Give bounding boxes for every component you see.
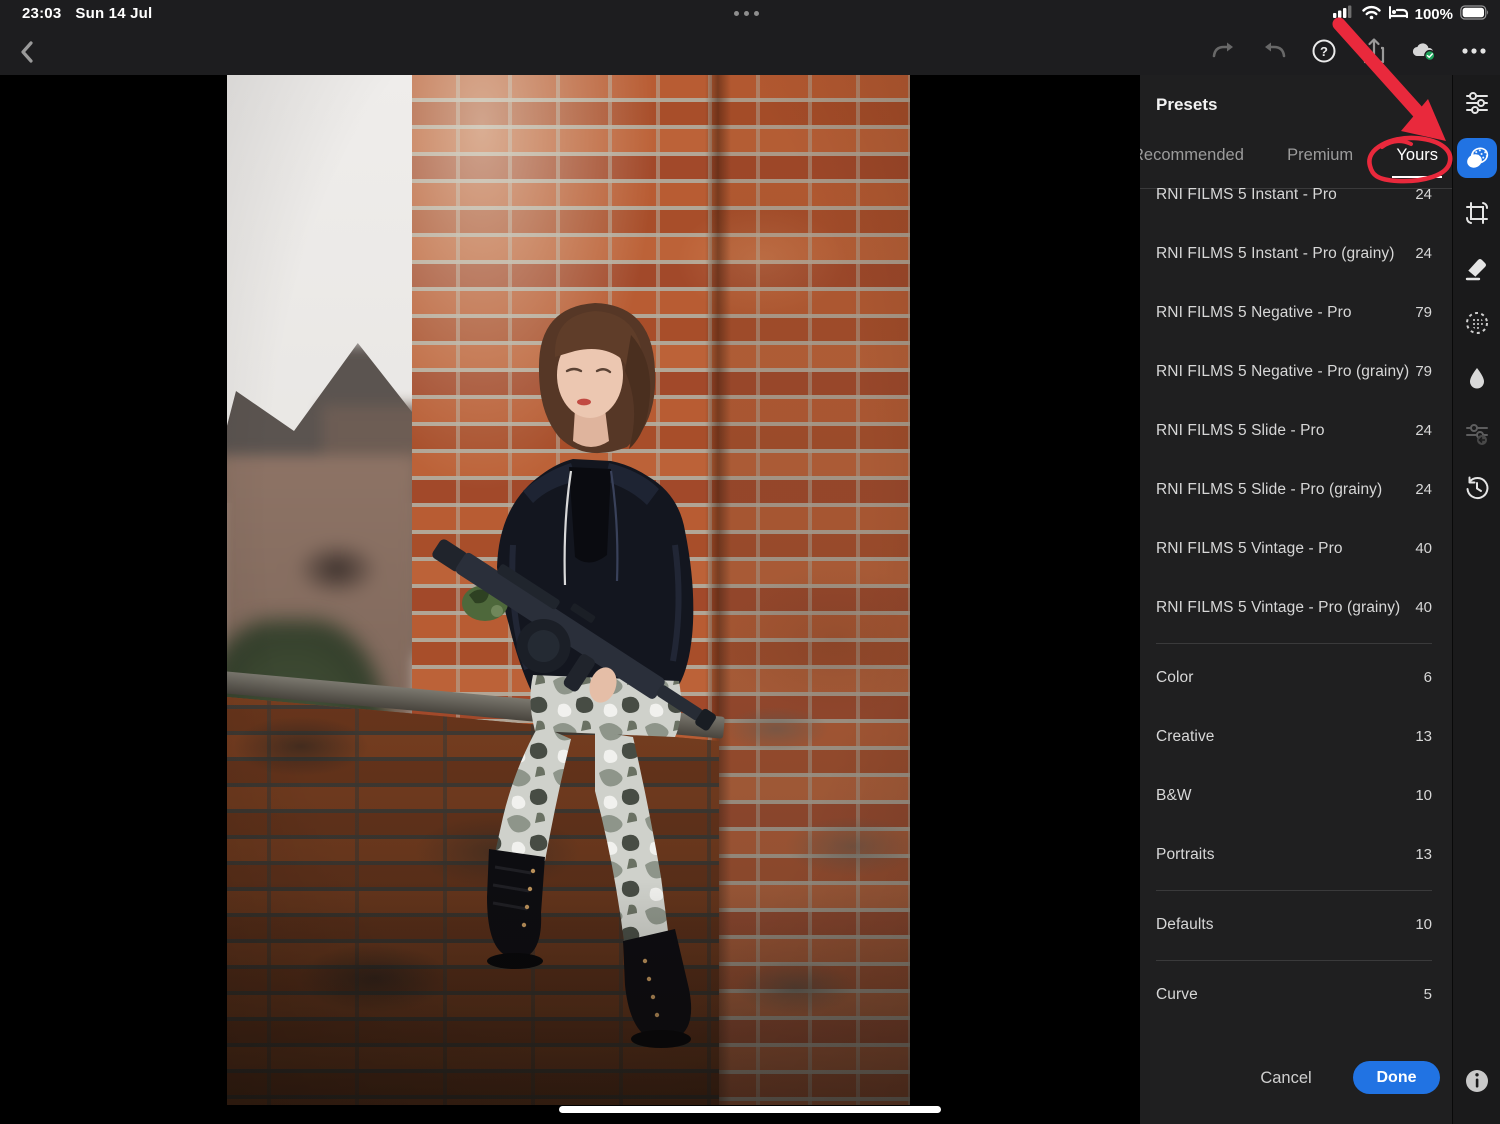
- preset-name: RNI FILMS 5 Slide - Pro (grainy): [1156, 481, 1382, 499]
- versions-icon[interactable]: [1457, 413, 1497, 453]
- done-button[interactable]: Done: [1353, 1061, 1440, 1094]
- photo-canvas[interactable]: [0, 75, 1140, 1124]
- preset-row[interactable]: Color 6: [1140, 648, 1452, 707]
- status-date: Sun 14 Jul: [75, 5, 152, 22]
- preset-list: RNI FILMS 5 Instant - Pro24RNI FILMS 5 I…: [1140, 165, 1452, 1024]
- panel-title: Presets: [1156, 95, 1217, 115]
- preset-row[interactable]: RNI FILMS 5 Slide - Pro 24: [1140, 401, 1452, 460]
- back-icon[interactable]: [14, 38, 42, 66]
- redo-icon[interactable]: [1210, 36, 1238, 66]
- preset-count: 79: [1415, 363, 1432, 380]
- status-bar: 23:03 Sun 14 Jul: [0, 0, 1500, 28]
- preset-row[interactable]: B&W 10: [1140, 766, 1452, 825]
- preset-row[interactable]: RNI FILMS 5 Vintage - Pro 40: [1140, 519, 1452, 578]
- group-divider: [1156, 890, 1432, 891]
- preset-count: 10: [1415, 916, 1432, 933]
- preset-count: 79: [1415, 304, 1432, 321]
- preset-count: 13: [1415, 728, 1432, 745]
- presets-panel: Presets Recommended Premium Yours RNI FILM…: [1140, 75, 1452, 1124]
- preset-name: Defaults: [1156, 916, 1214, 934]
- preset-row[interactable]: RNI FILMS 5 Negative - Pro (grainy) 79: [1140, 342, 1452, 401]
- preset-row[interactable]: Curve 5: [1140, 965, 1452, 1024]
- preset-name: RNI FILMS 5 Slide - Pro: [1156, 422, 1325, 440]
- preset-row[interactable]: RNI FILMS 5 Instant - Pro 24: [1140, 165, 1452, 224]
- more-icon[interactable]: [1460, 36, 1488, 66]
- tab-yours[interactable]: Yours: [1396, 146, 1438, 165]
- preset-count: 13: [1415, 846, 1432, 863]
- preset-count: 24: [1415, 481, 1432, 498]
- multitasking-dots-icon[interactable]: [734, 11, 759, 16]
- tab-recommended[interactable]: Recommended: [1140, 146, 1244, 165]
- tool-rail: [1452, 75, 1500, 1124]
- share-icon[interactable]: [1360, 36, 1388, 66]
- wifi-icon: [1362, 5, 1381, 25]
- svg-text:?: ?: [1320, 44, 1328, 59]
- preset-name: B&W: [1156, 787, 1192, 805]
- help-icon[interactable]: ?: [1310, 36, 1338, 66]
- status-time: 23:03: [22, 5, 61, 22]
- edit-adjustments-icon[interactable]: [1457, 83, 1497, 123]
- preset-name: Curve: [1156, 986, 1198, 1004]
- preset-row[interactable]: Creative 13: [1140, 707, 1452, 766]
- remove-icon[interactable]: [1457, 358, 1497, 398]
- preset-row[interactable]: RNI FILMS 5 Negative - Pro 79: [1140, 283, 1452, 342]
- preset-count: 6: [1424, 669, 1432, 686]
- preset-count: 24: [1415, 422, 1432, 439]
- preset-name: RNI FILMS 5 Vintage - Pro: [1156, 540, 1343, 558]
- presets-icon[interactable]: [1457, 138, 1497, 178]
- preset-name: Portraits: [1156, 846, 1215, 864]
- undo-icon[interactable]: [1260, 36, 1288, 66]
- battery-percent: 100%: [1415, 6, 1453, 23]
- cancel-button[interactable]: Cancel: [1244, 1061, 1328, 1094]
- battery-icon: [1460, 5, 1490, 25]
- preset-count: 10: [1415, 787, 1432, 804]
- preset-row[interactable]: Defaults 10: [1140, 895, 1452, 954]
- preset-tabs: Recommended Premium Yours: [1140, 146, 1438, 165]
- preset-count: 40: [1415, 540, 1432, 557]
- healing-icon[interactable]: [1457, 248, 1497, 288]
- preset-count: 24: [1415, 186, 1432, 203]
- cellular-signal-icon: [1333, 4, 1355, 25]
- lightroom-ipad-screen: 23:03 Sun 14 Jul: [0, 0, 1500, 1124]
- history-icon[interactable]: [1457, 468, 1497, 508]
- preset-row[interactable]: RNI FILMS 5 Vintage - Pro (grainy) 40: [1140, 578, 1452, 637]
- crop-icon[interactable]: [1457, 193, 1497, 233]
- group-divider: [1156, 960, 1432, 961]
- preset-row[interactable]: RNI FILMS 5 Instant - Pro (grainy) 24: [1140, 224, 1452, 283]
- photo: [227, 75, 910, 1105]
- group-divider: [1156, 643, 1432, 644]
- home-indicator[interactable]: [559, 1106, 941, 1113]
- preset-name: Creative: [1156, 728, 1215, 746]
- info-icon[interactable]: [1464, 1068, 1490, 1094]
- preset-count: 40: [1415, 599, 1432, 616]
- preset-row[interactable]: Portraits 13: [1140, 825, 1452, 884]
- preset-name: RNI FILMS 5 Vintage - Pro (grainy): [1156, 599, 1400, 617]
- preset-count: 5: [1424, 986, 1432, 1003]
- preset-name: Color: [1156, 669, 1194, 687]
- preset-name: RNI FILMS 5 Negative - Pro: [1156, 304, 1352, 322]
- preset-count: 24: [1415, 245, 1432, 262]
- top-toolbar: ?: [0, 28, 1500, 75]
- sleep-focus-icon: [1388, 5, 1408, 25]
- cloud-sync-icon[interactable]: [1410, 36, 1438, 66]
- preset-name: RNI FILMS 5 Negative - Pro (grainy): [1156, 363, 1409, 381]
- preset-row[interactable]: RNI FILMS 5 Slide - Pro (grainy) 24: [1140, 460, 1452, 519]
- tab-premium[interactable]: Premium: [1287, 146, 1353, 165]
- masking-icon[interactable]: [1457, 303, 1497, 343]
- preset-name: RNI FILMS 5 Instant - Pro (grainy): [1156, 245, 1395, 263]
- preset-name: RNI FILMS 5 Instant - Pro: [1156, 186, 1337, 204]
